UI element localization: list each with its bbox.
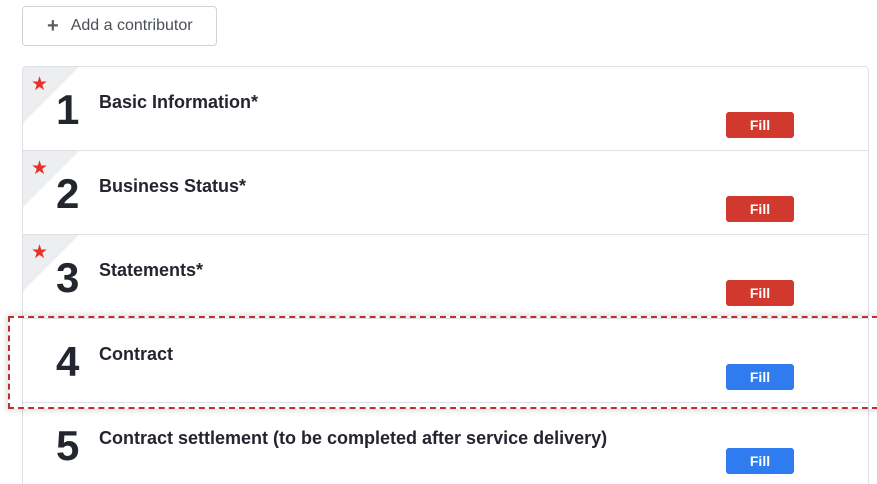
add-contributor-button[interactable]: + Add a contributor <box>22 6 217 46</box>
fill-button[interactable]: Fill <box>726 364 794 390</box>
section-row-3: ★ 3 Statements* Fill <box>23 235 868 319</box>
section-title: Statements* <box>99 260 204 280</box>
fill-button[interactable]: Fill <box>726 448 794 474</box>
section-number: 1 <box>56 86 80 133</box>
section-number: 5 <box>56 422 80 469</box>
section-list: ★ 1 Basic Information* Fill ★ 2 Business… <box>22 66 869 484</box>
section-title: Basic Information* <box>99 92 259 112</box>
add-contributor-label: Add a contributor <box>70 17 193 34</box>
section-row-2: ★ 2 Business Status* Fill <box>23 151 868 235</box>
section-row-4: 4 Contract Fill <box>23 319 868 403</box>
fill-button[interactable]: Fill <box>726 280 794 306</box>
section-title: Contract settlement (to be completed aft… <box>99 428 608 448</box>
section-row-5: 5 Contract settlement (to be completed a… <box>23 403 868 484</box>
fill-button[interactable]: Fill <box>726 112 794 138</box>
section-number: 4 <box>56 338 80 385</box>
section-title: Contract <box>99 344 174 364</box>
required-star-icon: ★ <box>31 158 49 179</box>
section-number: 3 <box>56 254 80 301</box>
plus-icon: + <box>47 15 59 37</box>
section-number: 2 <box>56 170 80 217</box>
required-star-icon: ★ <box>31 242 49 263</box>
required-star-icon: ★ <box>31 74 49 95</box>
fill-button[interactable]: Fill <box>726 196 794 222</box>
section-title: Business Status* <box>99 176 247 196</box>
section-row-1: ★ 1 Basic Information* Fill <box>23 67 868 151</box>
